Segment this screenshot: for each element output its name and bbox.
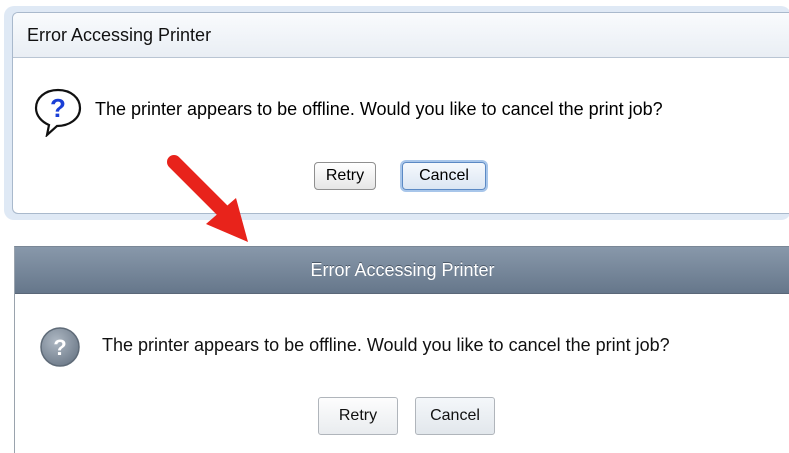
dialog-old-message-row: ? The printer appears to be offline. Wou… [33, 87, 783, 137]
cancel-button[interactable]: Cancel [415, 397, 495, 435]
cancel-button[interactable]: Cancel [402, 162, 486, 190]
dialog-new-title: Error Accessing Printer [15, 247, 789, 294]
dialog-old-title: Error Accessing Printer [13, 13, 789, 58]
dialog-old-message: The printer appears to be offline. Would… [95, 99, 663, 119]
dialog-new-message: The printer appears to be offline. Would… [102, 335, 670, 355]
svg-text:?: ? [50, 93, 66, 123]
red-arrow-icon [167, 155, 248, 242]
dialog-new: Error Accessing Printer ? The printer ap… [14, 246, 789, 453]
retry-button[interactable]: Retry [318, 397, 398, 435]
question-bubble-icon: ? [34, 88, 82, 137]
dialog-old: Error Accessing Printer ? The printer ap… [12, 12, 789, 214]
question-circle-icon: ? [40, 327, 80, 367]
svg-text:?: ? [53, 335, 66, 360]
retry-button[interactable]: Retry [314, 162, 376, 190]
